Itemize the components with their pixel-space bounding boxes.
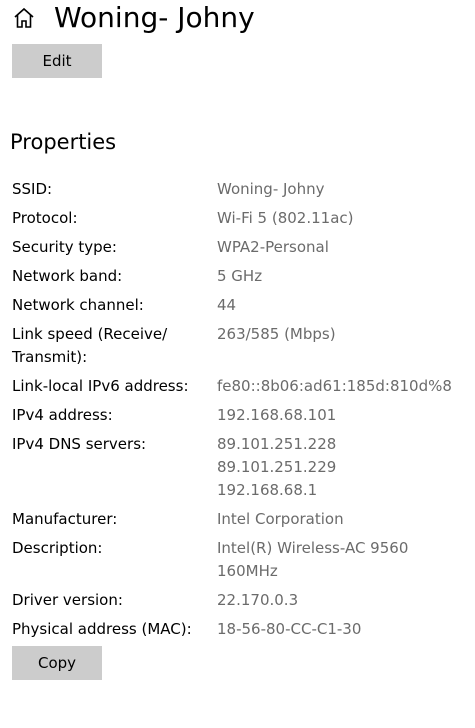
property-label: Link-local IPv6 address: <box>12 377 189 395</box>
property-value: 263/585 (Mbps) <box>217 325 336 343</box>
property-label: Security type: <box>12 238 117 256</box>
property-label: IPv4 DNS servers: <box>12 435 147 453</box>
property-value: 89.101.251.228 89.101.251.229 192.168.68… <box>217 435 337 499</box>
property-value: Wi-Fi 5 (802.11ac) <box>217 209 354 227</box>
property-label: Manufacturer: <box>12 510 118 528</box>
property-value: 192.168.68.101 <box>217 406 337 424</box>
property-value: 44 <box>217 296 237 314</box>
property-value: Intel(R) Wireless-AC 9560 160MHz <box>217 539 409 580</box>
edit-button[interactable]: Edit <box>12 44 102 78</box>
property-value: 5 GHz <box>217 267 263 285</box>
property-value: WPA2-Personal <box>217 238 329 256</box>
page-header: Woning- Johny <box>12 0 255 36</box>
property-label: SSID: <box>12 180 53 198</box>
page-title: Woning- Johny <box>54 1 255 34</box>
property-label: Protocol: <box>12 209 78 227</box>
property-label: Description: <box>12 539 103 557</box>
property-value: Intel Corporation <box>217 510 344 528</box>
property-label: IPv4 address: <box>12 406 113 424</box>
property-label: Link speed (Receive/ Transmit): <box>12 325 168 366</box>
copy-button[interactable]: Copy <box>12 646 102 680</box>
home-icon[interactable] <box>12 6 36 30</box>
property-label: Network band: <box>12 267 123 285</box>
property-label: Network channel: <box>12 296 144 314</box>
properties-heading: Properties <box>10 130 117 154</box>
property-value: 18-56-80-CC-C1-30 <box>217 620 362 638</box>
property-value: fe80::8b06:ad61:185d:810d%8 <box>217 377 452 395</box>
property-value: Woning- Johny <box>217 180 325 198</box>
property-label: Physical address (MAC): <box>12 620 192 638</box>
property-value: 22.170.0.3 <box>217 591 299 609</box>
property-label: Driver version: <box>12 591 123 609</box>
